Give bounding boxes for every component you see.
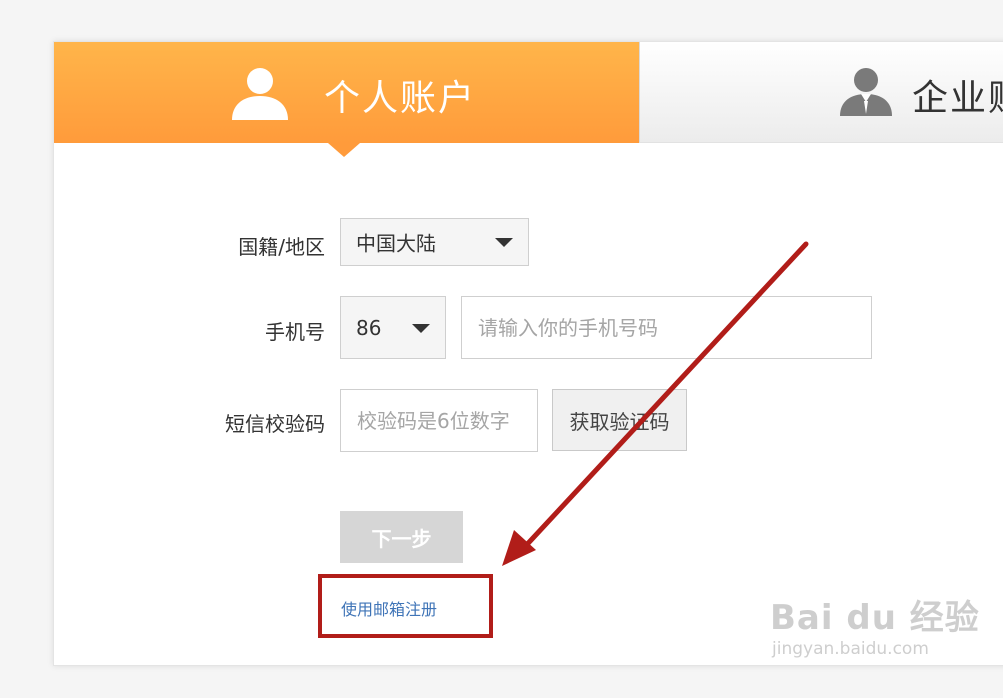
watermark-url: jingyan.baidu.com [772,639,929,659]
baidu-jingyan-watermark: Bai du 经验 jingyan.baidu.com [770,590,980,659]
watermark-logo: Bai du 经验 [770,598,980,638]
